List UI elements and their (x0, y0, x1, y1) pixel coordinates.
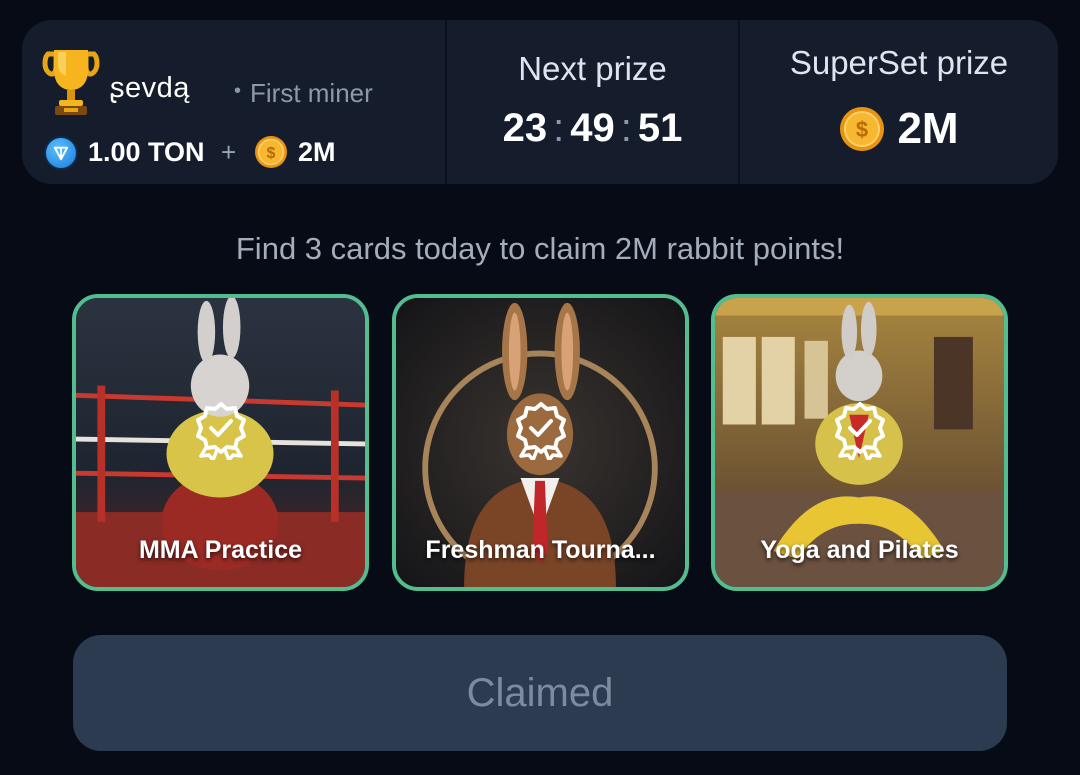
separator-dot: • (234, 80, 242, 102)
timer-separator: : (620, 106, 632, 150)
certified-badge-icon (834, 402, 885, 460)
card-freshman-tournament[interactable]: Freshman Tourna... (392, 294, 689, 591)
superset-prize-value: $ 2M (740, 104, 1058, 154)
card-title: Freshman Tourna... (425, 536, 656, 564)
daily-cards-hint: Find 3 cards today to claim 2M rabbit po… (235, 231, 845, 266)
svg-text:$: $ (856, 117, 868, 142)
card-title: Yoga and Pilates (760, 536, 959, 564)
ton-icon (44, 136, 78, 170)
superset-prize-section: SuperSet prize $ 2M (738, 20, 1058, 184)
timer-hours: 23 (502, 106, 548, 150)
coin-icon: $ (255, 136, 287, 168)
next-prize-section: Next prize 23 : 49 : 51 (445, 20, 738, 184)
claimed-button[interactable]: Claimed (73, 635, 1007, 751)
certified-badge-icon (195, 402, 246, 460)
first-miner-section: ʂevdą • First miner 1.00 TON + $ 2M (22, 20, 445, 184)
card-title: MMA Practice (138, 536, 302, 564)
svg-text:$: $ (267, 145, 276, 162)
ton-reward-value: 1.00 TON (88, 137, 205, 167)
prize-panel: ʂevdą • First miner 1.00 TON + $ 2M Next… (22, 20, 1058, 184)
next-prize-title: Next prize (518, 50, 667, 87)
certified-badge-icon (515, 402, 566, 460)
miner-name: ʂevdą (110, 72, 190, 104)
countdown-timer: 23 : 49 : 51 (447, 106, 738, 151)
card-yoga-and-pilates[interactable]: Yoga and Pilates (711, 294, 1008, 591)
timer-separator: : (553, 106, 565, 150)
coin-reward-value: 2M (298, 137, 336, 167)
coin-icon: $ (840, 107, 885, 151)
card-mma-practice[interactable]: MMA Practice (72, 294, 369, 591)
superset-prize-amount: 2M (897, 104, 959, 153)
plus-sign: + (221, 137, 237, 167)
timer-seconds: 51 (637, 106, 683, 150)
superset-prize-title: SuperSet prize (789, 44, 1009, 81)
miner-rank: First miner (250, 78, 373, 108)
timer-minutes: 49 (570, 106, 615, 150)
trophy-icon (42, 50, 100, 115)
